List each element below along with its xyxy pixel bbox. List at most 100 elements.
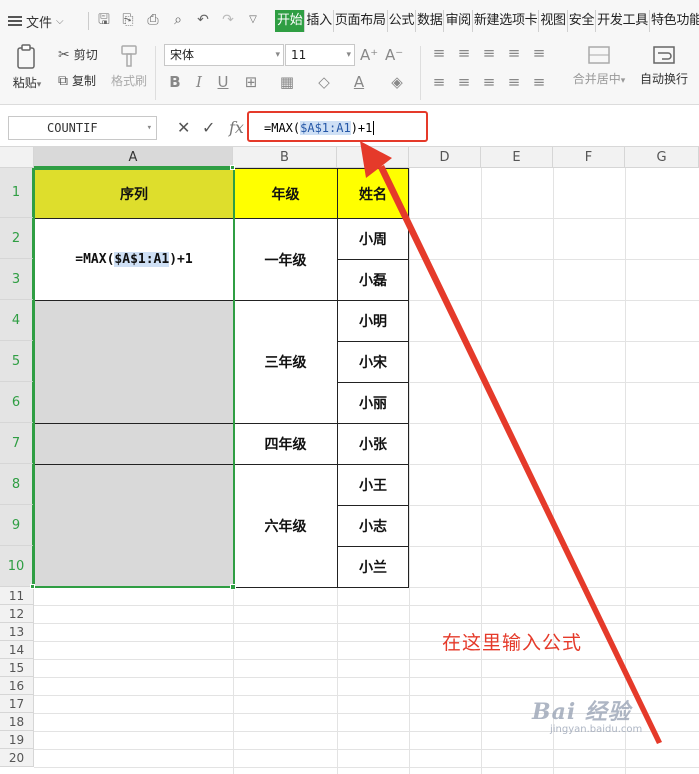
paste-label: 粘贴	[12, 76, 37, 90]
merge-center-button[interactable]: 合并居中▾	[568, 44, 630, 87]
align-bottom-icon[interactable]: ≡	[480, 44, 498, 62]
column-header-E[interactable]: E	[481, 147, 553, 168]
wrap-text-button[interactable]: 自动换行	[636, 44, 692, 87]
cell-C5-name[interactable]: 小宋	[337, 341, 409, 383]
column-header-B[interactable]: B	[233, 147, 337, 168]
tab-view[interactable]: 视图	[539, 10, 568, 32]
align-middle-icon[interactable]: ≡	[455, 44, 473, 62]
row-header-2[interactable]: 2	[0, 218, 34, 259]
row-header-16[interactable]: 16	[0, 677, 34, 695]
font-name-select[interactable]: 宋体 ▾	[164, 44, 284, 66]
cell-B2-grade[interactable]: 一年级	[233, 218, 338, 301]
cell-C8-name[interactable]: 小王	[337, 464, 409, 506]
tab-page-layout[interactable]: 页面布局	[334, 10, 388, 32]
row-header-13[interactable]: 13	[0, 623, 34, 641]
bold-icon[interactable]: B	[166, 73, 184, 91]
font-color-icon[interactable]: A	[350, 73, 368, 91]
paste-button[interactable]: 粘贴▾	[10, 44, 44, 91]
row-header-1[interactable]: 1	[0, 168, 34, 218]
name-box[interactable]: COUNTIF ▾	[8, 116, 157, 140]
row-header-7[interactable]: 7	[0, 423, 34, 464]
column-header-F[interactable]: F	[553, 147, 625, 168]
chevron-down-icon: ▾	[146, 123, 152, 133]
column-header-C[interactable]: C	[337, 147, 409, 168]
indent-icon[interactable]: ≡	[530, 44, 548, 62]
cell-C7-name[interactable]: 小张	[337, 423, 409, 465]
cell-C3-name[interactable]: 小磊	[337, 259, 409, 301]
save-icon[interactable]: 🖫	[96, 12, 112, 28]
print-preview-icon[interactable]: ⌕	[170, 12, 186, 28]
row-header-6[interactable]: 6	[0, 382, 34, 423]
align-left-icon[interactable]: ≡	[430, 73, 448, 91]
insert-function-icon[interactable]: fx	[229, 118, 244, 137]
tab-data[interactable]: 数据	[416, 10, 445, 32]
cell-C9-name[interactable]: 小志	[337, 505, 409, 547]
tab-insert[interactable]: 插入	[305, 10, 334, 32]
format-painter-button[interactable]: 格式刷	[108, 44, 150, 89]
copy-label: 复制	[72, 74, 97, 88]
cell-style-icon[interactable]: ▦	[278, 73, 296, 91]
cell-B8-grade[interactable]: 六年级	[233, 464, 338, 588]
row-header-8[interactable]: 8	[0, 464, 34, 505]
tab-security[interactable]: 安全	[568, 10, 597, 32]
select-all-corner[interactable]	[0, 147, 34, 168]
cell-C6-name[interactable]: 小丽	[337, 382, 409, 424]
underline-icon[interactable]: U	[214, 73, 232, 91]
copy-button[interactable]: ⧉ 复制	[58, 72, 96, 89]
column-header-A[interactable]: A	[34, 147, 233, 168]
distributed-icon[interactable]: ≡	[530, 73, 548, 91]
undo-icon[interactable]: ↶	[195, 12, 211, 28]
align-center-icon[interactable]: ≡	[455, 73, 473, 91]
confirm-icon[interactable]: ✓	[202, 118, 215, 137]
export-pdf-icon[interactable]: ⎘	[120, 12, 136, 28]
customize-toolbar-icon[interactable]: ▽	[245, 12, 261, 28]
row-header-17[interactable]: 17	[0, 695, 34, 713]
tab-new-tab[interactable]: 新建选项卡	[473, 10, 540, 32]
row-header-14[interactable]: 14	[0, 641, 34, 659]
cell-B4-grade[interactable]: 三年级	[233, 300, 338, 424]
tab-developer[interactable]: 开发工具	[596, 10, 650, 32]
tab-special-features[interactable]: 特色功能	[650, 10, 699, 32]
cell-B7-grade[interactable]: 四年级	[233, 423, 338, 465]
row-header-19[interactable]: 19	[0, 731, 34, 749]
row-header-15[interactable]: 15	[0, 659, 34, 677]
row-header-3[interactable]: 3	[0, 259, 34, 300]
cell-C4-name[interactable]: 小明	[337, 300, 409, 342]
cell-B1-header-grade[interactable]: 年级	[233, 168, 338, 219]
row-header-12[interactable]: 12	[0, 605, 34, 623]
cell-C10-name[interactable]: 小兰	[337, 546, 409, 588]
copy-icon: ⧉	[58, 72, 68, 89]
row-header-20[interactable]: 20	[0, 749, 34, 767]
redo-icon[interactable]: ↷	[220, 12, 236, 28]
row-header-9[interactable]: 9	[0, 505, 34, 546]
menu-bar: 文件 ⌵ 🖫 ⎘ ⎙ ⌕ ↶ ↷ ▽ 开始 插入 页面布局 公式 数据 审阅 新…	[0, 0, 699, 40]
justify-icon[interactable]: ≡	[505, 73, 523, 91]
fill-handle[interactable]	[230, 584, 236, 590]
font-size-select[interactable]: 11 ▾	[285, 44, 355, 66]
tab-review[interactable]: 审阅	[444, 10, 473, 32]
increase-font-icon[interactable]: A⁺	[360, 46, 378, 64]
tab-home[interactable]: 开始	[275, 10, 306, 32]
row-header-4[interactable]: 4	[0, 300, 34, 341]
italic-icon[interactable]: I	[190, 73, 208, 91]
align-right-icon[interactable]: ≡	[480, 73, 498, 91]
clear-icon[interactable]: ◈	[388, 73, 406, 91]
column-header-D[interactable]: D	[409, 147, 481, 168]
align-top-icon[interactable]: ≡	[430, 44, 448, 62]
row-header-11[interactable]: 11	[0, 587, 34, 605]
row-header-18[interactable]: 18	[0, 713, 34, 731]
decrease-font-icon[interactable]: A⁻	[385, 46, 403, 64]
column-header-G[interactable]: G	[625, 147, 699, 168]
cell-C2-name[interactable]: 小周	[337, 218, 409, 260]
borders-icon[interactable]: ⊞	[242, 73, 260, 91]
row-header-10[interactable]: 10	[0, 546, 34, 587]
fill-color-icon[interactable]: ◇	[315, 73, 333, 91]
orientation-icon[interactable]: ≡	[505, 44, 523, 62]
tab-formulas[interactable]: 公式	[388, 10, 417, 32]
file-menu[interactable]: 文件 ⌵	[8, 10, 64, 32]
cell-C1-header-name[interactable]: 姓名	[337, 168, 409, 219]
row-header-5[interactable]: 5	[0, 341, 34, 382]
cut-button[interactable]: ✂ 剪切	[58, 46, 98, 63]
print-icon[interactable]: ⎙	[145, 12, 161, 28]
cancel-icon[interactable]: ✕	[177, 118, 190, 137]
